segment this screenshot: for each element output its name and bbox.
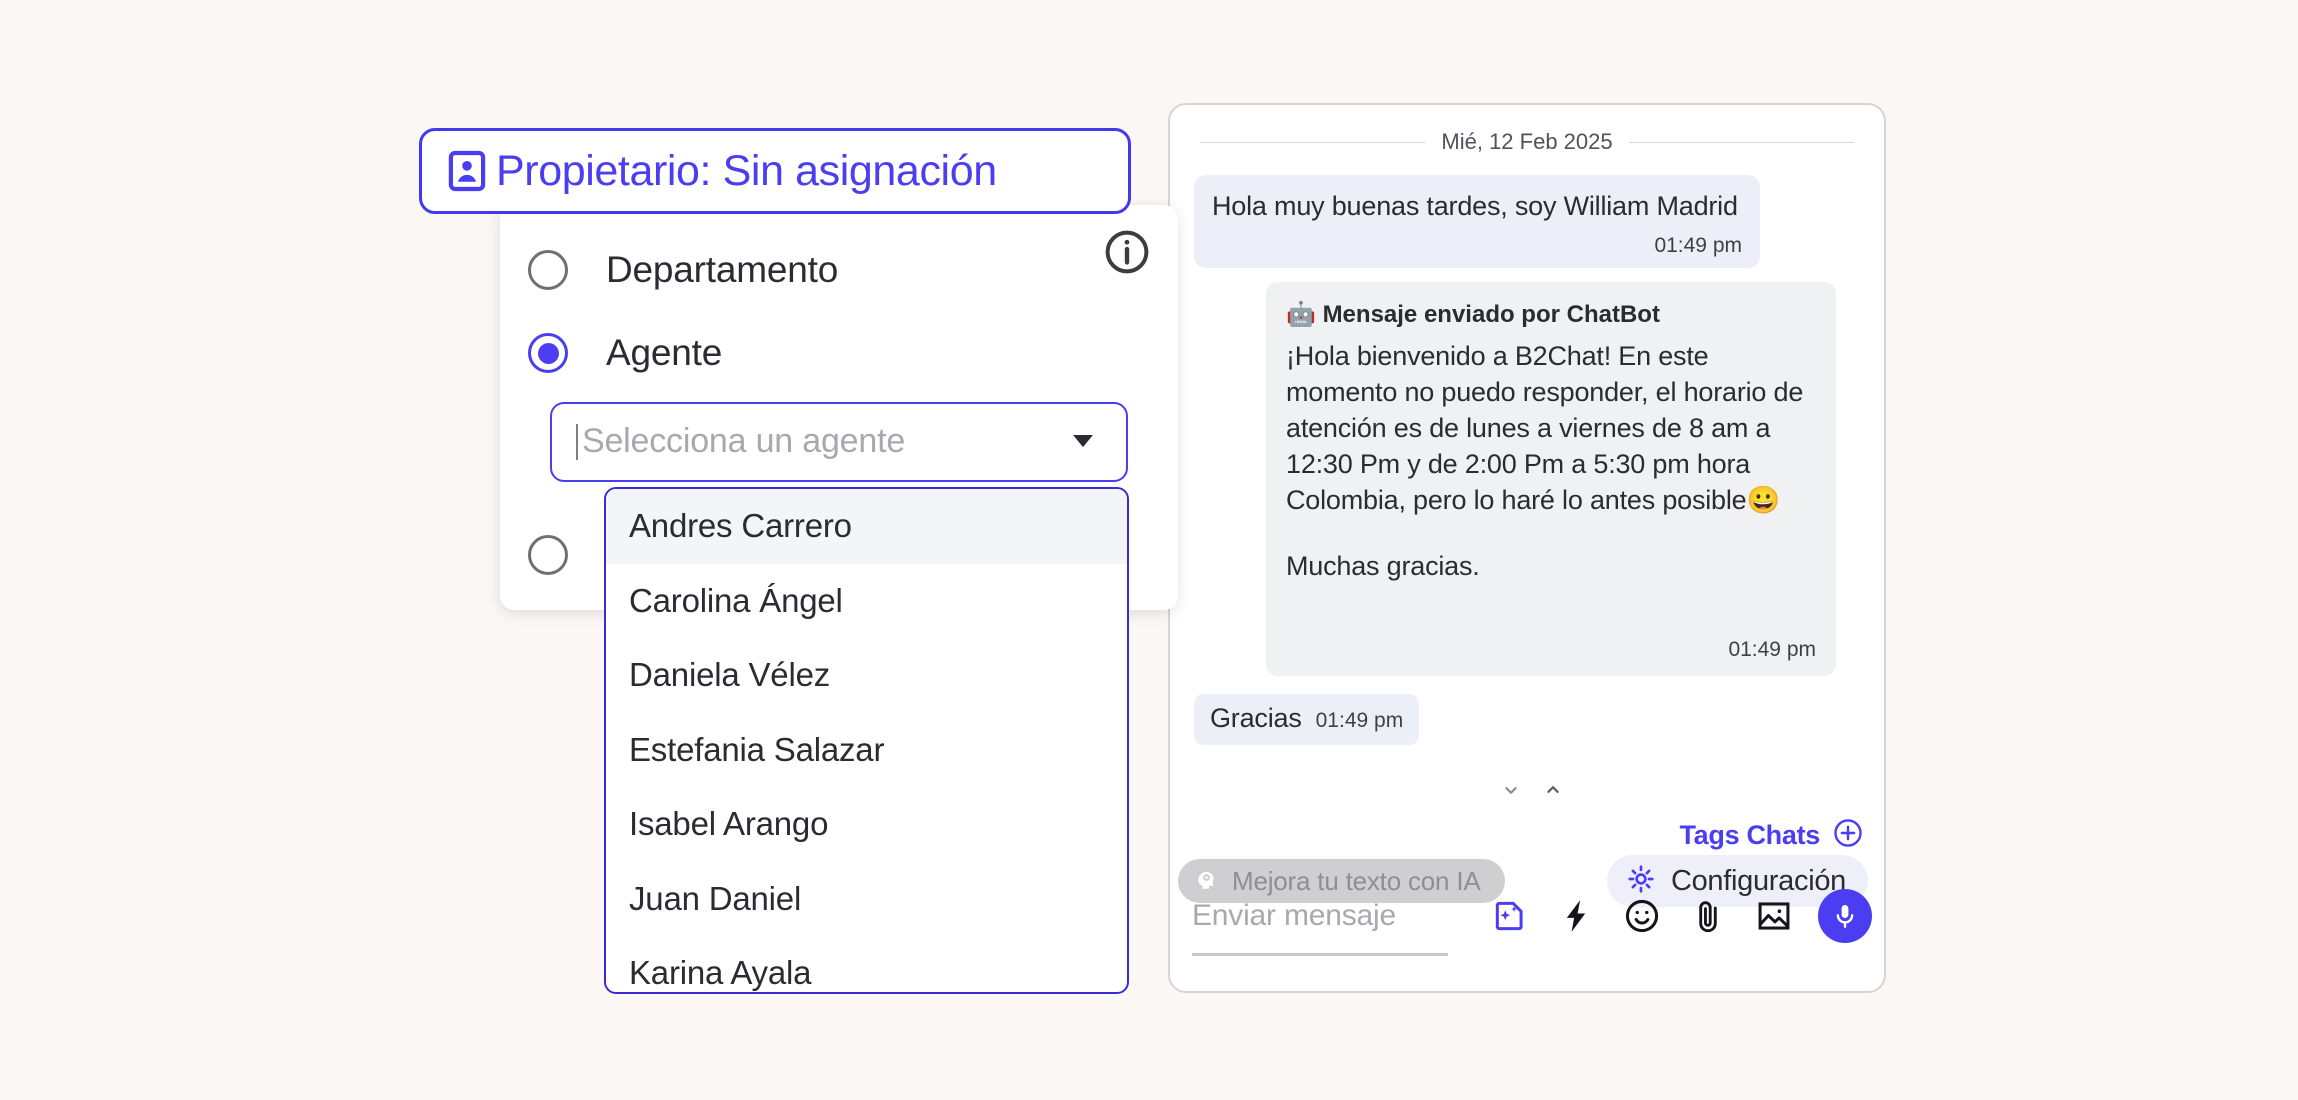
agent-name: Isabel Arango: [629, 805, 829, 843]
message-timestamp: 01:49 pm: [1654, 234, 1742, 257]
owner-pill-button[interactable]: Propietario: Sin asignación: [419, 128, 1131, 214]
microphone-button[interactable]: [1818, 889, 1872, 943]
agent-name: Andres Carrero: [629, 507, 852, 545]
image-icon[interactable]: [1752, 894, 1796, 938]
date-separator-label: Mié, 12 Feb 2025: [1441, 129, 1613, 154]
message-input-placeholder[interactable]: Enviar mensaje: [1192, 899, 1396, 933]
agent-name: Karina Ayala: [629, 954, 812, 992]
owner-pill-label: Propietario: Sin asignación: [496, 146, 997, 195]
robot-icon: 🤖: [1286, 301, 1316, 328]
chat-panel: Mié, 12 Feb 2025 Hola muy buenas tardes,…: [1168, 103, 1886, 993]
tags-chats-label: Tags Chats: [1679, 820, 1820, 850]
list-item[interactable]: Daniela Vélez: [606, 638, 1127, 713]
list-item[interactable]: Juan Daniel: [606, 862, 1127, 937]
bot-message-header: 🤖 Mensaje enviado por ChatBot: [1286, 300, 1816, 329]
message-bubble-incoming: Hola muy buenas tardes, soy William Madr…: [1194, 175, 1760, 268]
emoji-icon[interactable]: [1620, 894, 1664, 938]
message-composer[interactable]: Enviar mensaje: [1180, 889, 1878, 977]
agent-name: Daniela Vélez: [629, 656, 831, 694]
message-bubble-bot: 🤖 Mensaje enviado por ChatBot ¡Hola bien…: [1266, 282, 1836, 677]
radio-option-departamento[interactable]: Departamento: [500, 243, 1178, 297]
ai-template-icon[interactable]: [1488, 894, 1532, 938]
list-item[interactable]: Estefania Salazar: [606, 713, 1127, 788]
message-nav-controls[interactable]: [1500, 779, 1564, 806]
radio-departamento[interactable]: [528, 250, 568, 290]
chevron-down-icon[interactable]: [1066, 423, 1100, 462]
message-timestamp: 01:49 pm: [1315, 709, 1404, 733]
message-text: Hola muy buenas tardes, soy William Madr…: [1212, 191, 1738, 221]
date-separator: Mié, 12 Feb 2025: [1200, 129, 1855, 155]
tags-chats-button[interactable]: Tags Chats: [1679, 817, 1864, 854]
input-underline: [1192, 953, 1448, 956]
plus-circle-icon[interactable]: [1832, 817, 1864, 854]
separator-line-right: [1628, 141, 1855, 143]
list-item[interactable]: Isabel Arango: [606, 787, 1127, 862]
agent-select-input[interactable]: Selecciona un agente: [550, 402, 1128, 482]
id-card-icon: [444, 148, 490, 194]
agent-dropdown-list[interactable]: Andres Carrero Carolina Ángel Daniela Vé…: [604, 487, 1129, 994]
radio-label-departamento: Departamento: [606, 249, 839, 290]
quick-reply-lightning-icon[interactable]: [1554, 894, 1598, 938]
list-item[interactable]: Karina Ayala: [606, 936, 1127, 992]
chat-message-list[interactable]: Mié, 12 Feb 2025 Hola muy buenas tardes,…: [1170, 105, 1884, 777]
list-item[interactable]: Carolina Ángel: [606, 564, 1127, 639]
radio-option-agente[interactable]: Agente: [500, 326, 1178, 380]
radio-agente[interactable]: [528, 333, 568, 373]
agent-select-placeholder: Selecciona un agente: [576, 423, 905, 460]
bot-message-text: ¡Hola bienvenido a B2Chat! En este momen…: [1286, 341, 1804, 515]
chat-footer: Tags Chats Mejora tu texto con IA Config…: [1170, 773, 1884, 991]
agent-name: Juan Daniel: [629, 879, 802, 917]
list-item[interactable]: Andres Carrero: [606, 489, 1127, 564]
separator-line-left: [1200, 141, 1426, 143]
message-timestamp: 01:49 pm: [1728, 638, 1816, 662]
info-circle-icon[interactable]: [1102, 227, 1152, 277]
message-text: Gracias: [1210, 703, 1302, 734]
agent-name: Carolina Ángel: [629, 581, 843, 619]
radio-label-agente: Agente: [606, 332, 723, 373]
radio-third[interactable]: [528, 535, 568, 575]
message-bubble-incoming-short: Gracias 01:49 pm: [1194, 694, 1420, 746]
chevron-up-icon[interactable]: [1542, 779, 1564, 806]
chevron-down-icon[interactable]: [1500, 779, 1522, 806]
app-root: Departamento Agente Propietario: Sin asi…: [0, 0, 2298, 1100]
composer-toolbar[interactable]: [1488, 889, 1872, 943]
bot-header-label: Mensaje enviado por ChatBot: [1322, 301, 1660, 328]
bot-message-text-2: Muchas gracias.: [1286, 550, 1480, 581]
agent-name: Estefania Salazar: [629, 730, 885, 768]
attachment-clip-icon[interactable]: [1686, 894, 1730, 938]
